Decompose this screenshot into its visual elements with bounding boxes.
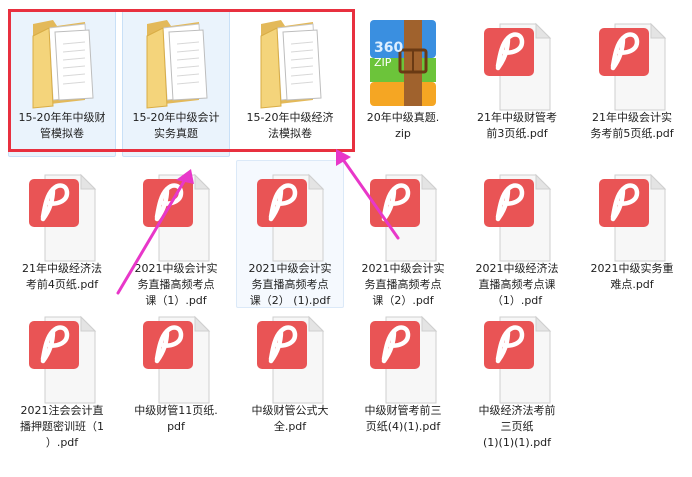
pdf-file-icon (137, 303, 217, 409)
pdf-file-item[interactable]: 2021中级会计实 务直播高频考点 课（2） (1).pdf (236, 160, 344, 308)
pdf-file-item[interactable]: 21年中级财管考 前3页纸.pdf (463, 9, 571, 157)
file-name-label: 中级财管考前三 页纸(4)(1).pdf (364, 404, 442, 433)
svg-text:ZIP: ZIP (374, 56, 392, 69)
file-name-label: 中级财管11页纸. pdf (134, 404, 218, 433)
file-name-label: 15-20年中级经济 法模拟卷 (246, 111, 334, 140)
pdf-file-item[interactable]: 中级经济法考前 三页纸 (1)(1)(1).pdf (463, 302, 571, 450)
pdf-file-icon (478, 303, 558, 409)
file-name-label: 21年中级财管考 前3页纸.pdf (477, 111, 557, 140)
pdf-file-item[interactable]: 中级财管考前三 页纸(4)(1).pdf (349, 302, 457, 450)
file-name-label: 21年中级会计实 务考前5页纸.pdf (590, 111, 674, 140)
pdf-file-icon (593, 161, 673, 267)
file-name-label: 2021中级实务重 难点.pdf (590, 262, 674, 291)
file-name-label: 21年中级经济法 考前4页纸.pdf (22, 262, 102, 291)
pdf-file-icon (137, 161, 217, 267)
pdf-file-item[interactable]: 2021中级实务重 难点.pdf (578, 160, 686, 308)
pdf-file-item[interactable]: 2021中级会计实 务直播高频考点 课（1）.pdf (122, 160, 230, 308)
svg-text:360: 360 (374, 40, 403, 56)
pdf-file-item[interactable]: 21年中级经济法 考前4页纸.pdf (8, 160, 116, 308)
pdf-file-icon (364, 303, 444, 409)
pdf-file-item[interactable]: 2021中级会计实 务直播高频考点 课（2）.pdf (349, 160, 457, 308)
zip-file-item[interactable]: 360 ZIP 20年中级真题. zip (349, 9, 457, 157)
file-name-label: 中级财管公式大 全.pdf (251, 404, 329, 433)
file-name-label: 2021注会会计直 播押题密训班（1 ）.pdf (20, 404, 104, 449)
pdf-file-icon (364, 161, 444, 267)
folder-item[interactable]: 15-20年中级会计 实务真题 (122, 9, 230, 157)
folder-icon (251, 10, 331, 116)
file-explorer-view: 15-20年年中级财 管模拟卷 15-20年中级会计 实务真题 15-20年中级经济… (0, 0, 692, 477)
pdf-file-item[interactable]: 中级财管公式大 全.pdf (236, 302, 344, 450)
pdf-file-icon (478, 161, 558, 267)
pdf-file-icon (593, 10, 673, 116)
zip-archive-icon: 360 ZIP (364, 10, 444, 116)
file-name-label: 20年中级真题. zip (366, 111, 440, 140)
pdf-file-icon (23, 303, 103, 409)
folder-item[interactable]: 15-20年中级经济 法模拟卷 (236, 9, 344, 157)
pdf-file-icon (23, 161, 103, 267)
pdf-file-icon (478, 10, 558, 116)
file-name-label: 15-20年年中级财 管模拟卷 (18, 111, 106, 140)
pdf-file-item[interactable]: 2021注会会计直 播押题密训班（1 ）.pdf (8, 302, 116, 450)
folder-icon (137, 10, 217, 116)
folder-item[interactable]: 15-20年年中级财 管模拟卷 (8, 9, 116, 157)
file-name-label: 中级经济法考前 三页纸 (1)(1)(1).pdf (478, 404, 556, 449)
pdf-file-item[interactable]: 2021中级经济法 直播高频考点课 （1）.pdf (463, 160, 571, 308)
pdf-file-item[interactable]: 中级财管11页纸. pdf (122, 302, 230, 450)
pdf-file-item[interactable]: 21年中级会计实 务考前5页纸.pdf (578, 9, 686, 157)
pdf-file-icon (251, 303, 331, 409)
folder-icon (23, 10, 103, 116)
file-name-label: 15-20年中级会计 实务真题 (132, 111, 220, 140)
pdf-file-icon (251, 161, 331, 267)
